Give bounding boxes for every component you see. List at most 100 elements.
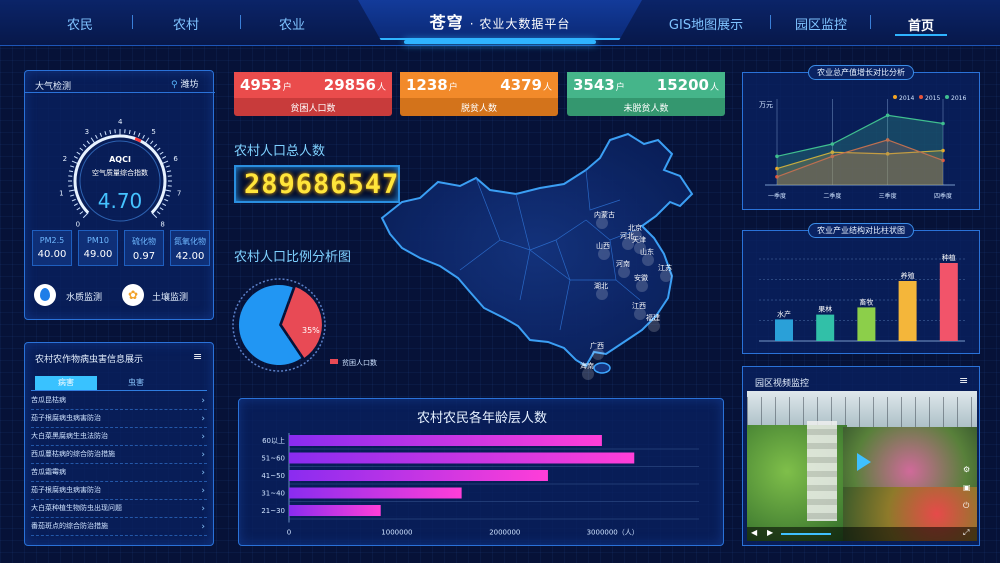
kpi-people: 4379人 <box>500 76 552 94</box>
legend-label: 2014 <box>899 95 914 102</box>
menu-icon[interactable]: ≡ <box>959 374 968 387</box>
age-category-label: 21~30 <box>261 507 285 515</box>
gauge-tick <box>76 151 81 155</box>
pest-item-label: 大白菜黑腐病生虫法防治 <box>31 432 108 440</box>
x-tick-label: 二季度 <box>823 192 841 200</box>
structure-bar <box>857 307 876 341</box>
age-category-label: 41~50 <box>261 472 285 480</box>
video-player[interactable]: ⚙ ▣ ⏻ ◀ ▶ ⤢ <box>747 391 977 541</box>
map-province-label: 江苏 <box>658 263 672 272</box>
kpi-people-value: 4379 <box>500 76 542 94</box>
platform-name: · 农业大数据平台 <box>469 17 571 31</box>
legend-label: 2015 <box>925 95 940 102</box>
nav-divider <box>770 15 771 29</box>
legend-swatch <box>945 95 949 99</box>
bar-category-label: 果林 <box>818 305 832 314</box>
pest-list-item[interactable]: 西瓜蔓枯病的综合防治措施 › <box>31 449 207 464</box>
pest-panel-title: 农村农作物病虫害信息展示 <box>35 355 144 365</box>
fullscreen-icon[interactable]: ⤢ <box>963 528 969 538</box>
greenhouse-frame <box>747 397 977 427</box>
nav-gis-map[interactable]: GIS地图展示 <box>666 14 746 33</box>
age-tick-label: 2000000 <box>489 529 520 537</box>
settings-icon[interactable]: ⚙ <box>963 461 973 479</box>
map-province-label: 内蒙古 <box>594 210 615 219</box>
video-panel-title: 园区视频监控 <box>755 379 810 389</box>
nav-divider <box>240 15 241 29</box>
pest-list-item[interactable]: 苦瓜霜霉病 › <box>31 467 207 482</box>
water-quality-button[interactable] <box>34 284 56 306</box>
video-controls: ◀ ▶ ⤢ <box>747 527 977 541</box>
progress-bar[interactable] <box>781 533 831 535</box>
kpi-households-value: 4953 <box>240 76 282 94</box>
pest-list-item[interactable]: 茄子根腐病虫病害防治 › <box>31 485 207 500</box>
tab-insect[interactable]: 虫害 <box>105 376 167 390</box>
x-tick-label: 三季度 <box>879 192 897 200</box>
nav-village[interactable]: 农村 <box>146 14 226 33</box>
age-bar <box>289 505 381 516</box>
nav-farmers[interactable]: 农民 <box>40 14 120 33</box>
map-province-label: 福建 <box>646 313 660 322</box>
china-map[interactable]: 内蒙古北京河北山西天津山东河南 江苏湖北安徽江西福建广西海南 <box>380 130 710 390</box>
snapshot-icon[interactable]: ▣ <box>963 479 973 497</box>
chevron-right-icon: › <box>201 432 205 442</box>
gauge-tick <box>156 147 161 151</box>
soil-button[interactable]: ✿ <box>122 284 144 306</box>
pest-list-item[interactable]: 番茄斑点的综合防治措施 › <box>31 521 207 536</box>
pest-item-label: 大白菜种植生物防虫出现问题 <box>31 504 122 512</box>
gauge-tick <box>70 165 75 168</box>
pest-item-label: 苦瓜霜霉病 <box>31 468 66 476</box>
age-category-label: 60以上 <box>262 436 285 445</box>
pest-list-item[interactable]: 大白菜黑腐病生虫法防治 › <box>31 431 207 446</box>
video-side-controls: ⚙ ▣ ⏻ <box>963 461 973 521</box>
pest-list-item[interactable]: 大白菜种植生物防虫出现问题 › <box>31 503 207 518</box>
play-overlay-icon[interactable] <box>857 453 871 471</box>
air-metrics-row: PM2.5 40.00 PM10 49.00 硫化物 0.97 氮氧化物 42.00 <box>32 230 210 268</box>
kpi-card: 1238户 4379人 脱贫人数 <box>400 72 558 116</box>
kpi-households-value: 1238 <box>406 76 448 94</box>
nav-agriculture[interactable]: 农业 <box>252 14 332 33</box>
pie-slice-label: 35% <box>302 326 320 335</box>
age-category-label: 51~60 <box>261 455 285 463</box>
kpi-unit: 人 <box>709 83 719 93</box>
gauge-label: AQCI <box>109 155 131 164</box>
power-icon[interactable]: ⏻ <box>963 497 973 515</box>
tab-disease[interactable]: 病害 <box>35 376 97 390</box>
y-axis-label: 万元 <box>759 101 773 109</box>
x-tick-label: 四季度 <box>934 192 952 200</box>
kpi-label: 未脱贫人数 <box>623 104 669 114</box>
nav-home[interactable]: 首页 <box>895 12 947 36</box>
pest-item-label: 西瓜蔓枯病的综合防治措施 <box>31 450 115 458</box>
map-province-label: 天津 <box>632 236 646 244</box>
water-quality-label[interactable]: 水质监测 <box>66 290 102 303</box>
menu-icon[interactable]: ≡ <box>193 350 202 363</box>
gauge-tick <box>79 147 84 151</box>
air-panel-title: 大气检测 <box>35 82 72 92</box>
series-point <box>885 113 890 118</box>
age-tick-label: 0 <box>287 529 291 537</box>
kpi-label: 脱贫人数 <box>460 104 497 114</box>
soil-label[interactable]: 土壤监测 <box>152 290 188 303</box>
legend-swatch <box>919 95 923 99</box>
kpi-people-value: 15200 <box>656 76 709 94</box>
metric-nox: 氮氧化物 42.00 <box>170 230 210 266</box>
chevron-right-icon: › <box>201 414 205 424</box>
series-point <box>941 121 945 126</box>
pest-list-item[interactable]: 苦瓜昆枯病 › <box>31 395 207 410</box>
hainan-island <box>593 362 611 374</box>
pest-list-item[interactable]: 茄子根腐病虫病害防治 › <box>31 413 207 428</box>
nav-park-monitor[interactable]: 园区监控 <box>782 14 860 33</box>
volume-icon[interactable]: ◀ <box>751 528 757 537</box>
output-growth-line-chart: 万元 2014 2015 2016 一季度 二季度 三季度 四季度 <box>759 95 966 200</box>
legend-label: 贫困人口数 <box>342 358 377 367</box>
series-point <box>830 142 835 146</box>
legend-swatch <box>330 359 338 364</box>
play-icon[interactable]: ▶ <box>767 528 773 537</box>
location-selector[interactable]: ⚲ 潍坊 <box>171 77 198 90</box>
x-tick-label: 一季度 <box>768 192 786 200</box>
kpi-households-value: 3543 <box>573 76 615 94</box>
bar-category-label: 种植 <box>942 253 956 262</box>
map-province-label: 河南 <box>616 259 630 268</box>
wheat-icon: ✿ <box>127 288 139 302</box>
gauge-tick <box>109 129 112 135</box>
aqci-value: 4.70 <box>97 189 143 213</box>
